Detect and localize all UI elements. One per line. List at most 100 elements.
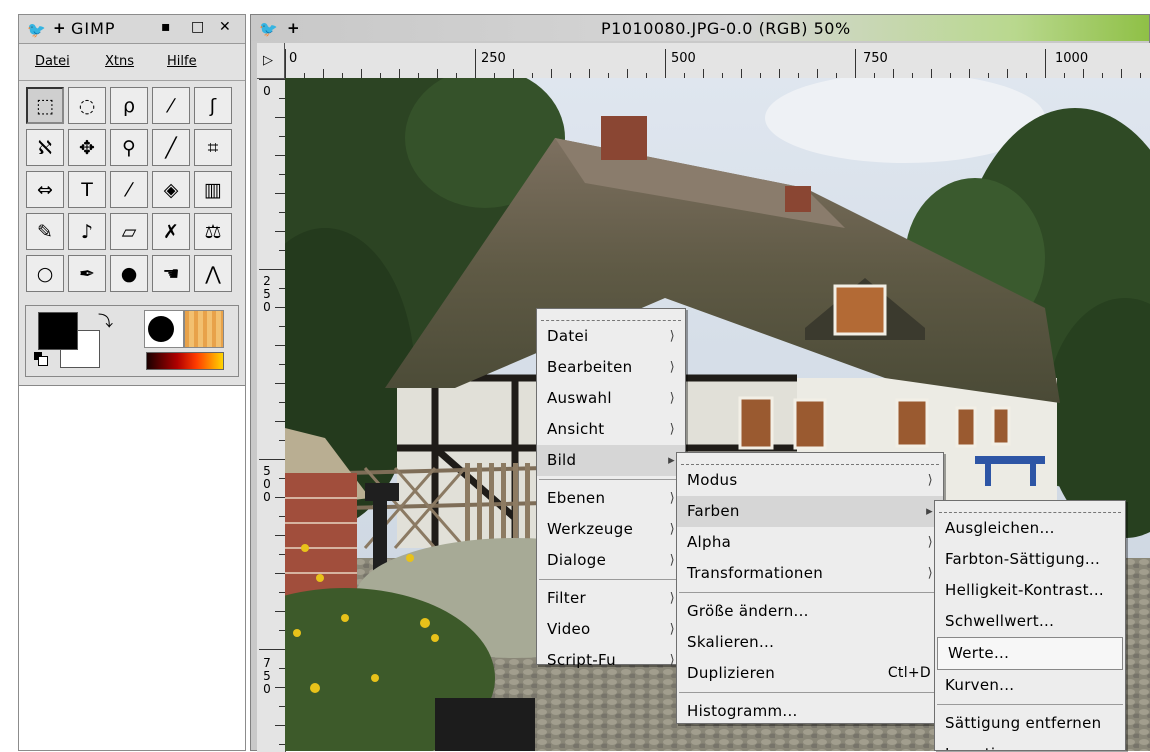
pencil-icon: ✎: [37, 220, 53, 243]
tearoff-line[interactable]: [541, 311, 681, 321]
clone-tool-button[interactable]: ⚖: [194, 213, 232, 250]
foreground-color-swatch[interactable]: [38, 312, 78, 350]
vruler-label: 500: [263, 464, 271, 504]
menu-item-label: Modus: [687, 471, 738, 489]
airbrush-tool-button[interactable]: ✗: [152, 213, 190, 250]
farben-menu-item-1[interactable]: Farbton-Sättigung...: [935, 544, 1125, 575]
measure-tool-button[interactable]: ╱: [152, 129, 190, 166]
menu-item-label: Farben: [687, 502, 740, 520]
flip-tool-button[interactable]: ⇔: [26, 171, 64, 208]
gimp-logo-icon: 🐦: [259, 20, 278, 38]
smudge-icon: ☚: [162, 262, 180, 285]
smudge-tool-button[interactable]: ☚: [152, 255, 190, 292]
measure-compass-tool-button[interactable]: ⋀: [194, 255, 232, 292]
farben-menu-item-6[interactable]: Sättigung entfernen: [935, 708, 1125, 739]
bild-menu-item-1[interactable]: Farben ▸: [677, 496, 943, 527]
main-menu-item-3[interactable]: Ansicht ⟩: [537, 414, 685, 445]
menu-item-label: Bild: [547, 451, 577, 469]
menu-separator: [679, 692, 941, 693]
ink-tool-button[interactable]: ✒: [68, 255, 106, 292]
move-icon: ✥: [79, 136, 95, 159]
bezier-path-tool-button[interactable]: ℵ: [26, 129, 64, 166]
bucket-fill-icon: ◈: [163, 178, 179, 201]
ruler-tick: [259, 269, 285, 270]
reset-colors-icon[interactable]: [34, 352, 48, 366]
menu-item-label: Script-Fu: [547, 651, 616, 669]
bild-menu-item-7[interactable]: Histogramm...: [677, 696, 943, 727]
color-picker-tool-button[interactable]: ⁄: [110, 171, 148, 208]
farben-menu-item-2[interactable]: Helligkeit-Kontrast...: [935, 575, 1125, 606]
ruler-tick: [275, 687, 285, 688]
submenu-arrow-icon: ⟩: [669, 422, 675, 437]
magic-wand-tool-button[interactable]: ⁄: [152, 87, 190, 124]
move-tool-button[interactable]: ✥: [68, 129, 106, 166]
vertical-ruler[interactable]: 0 250 500 750: [257, 79, 286, 752]
main-menu-item-7[interactable]: Dialoge ⟩: [537, 545, 685, 576]
farben-menu-item-3[interactable]: Schwellwert...: [935, 606, 1125, 637]
main-menu-item-4[interactable]: Bild ▸: [537, 445, 685, 476]
horizontal-ruler[interactable]: 0 250 500 750 1000: [285, 43, 1150, 80]
eraser-tool-button[interactable]: ▱: [110, 213, 148, 250]
vruler-label: 250: [263, 274, 271, 314]
farben-menu-item-4[interactable]: Werte...: [937, 637, 1123, 670]
bild-menu-item-4[interactable]: Größe ändern...: [677, 596, 943, 627]
main-menu-item-5[interactable]: Ebenen ⟩: [537, 483, 685, 514]
bild-menu-item-3[interactable]: Transformationen ⟩: [677, 558, 943, 589]
blur-tool-button[interactable]: ○: [26, 255, 64, 292]
pin-icon[interactable]: +: [287, 19, 300, 37]
gradient-preview[interactable]: [146, 352, 224, 370]
maximize-button[interactable]: □: [191, 19, 204, 35]
zoom-tool-button[interactable]: ⚲: [110, 129, 148, 166]
submenu-arrow-icon: ▸: [668, 453, 675, 468]
farben-menu-item-0[interactable]: Ausgleichen...: [935, 513, 1125, 544]
brush-preview[interactable]: [144, 310, 184, 348]
menu-datei[interactable]: Datei: [35, 54, 70, 69]
ruler-corner-menu-icon[interactable]: ▷: [257, 43, 285, 79]
farben-menu-item-7[interactable]: Invertieren: [935, 739, 1125, 750]
ruler-tick: [275, 725, 285, 726]
minimize-button[interactable]: ▪: [161, 19, 171, 35]
ellipse-select-tool-button[interactable]: ◌: [68, 87, 106, 124]
main-menu-item-8[interactable]: Filter ⟩: [537, 583, 685, 614]
swap-colors-icon[interactable]: ⤵: [98, 310, 113, 331]
tearoff-line[interactable]: [681, 455, 939, 465]
submenu-arrow-icon: ⟩: [927, 473, 933, 488]
dodge-burn-tool-button[interactable]: ●: [110, 255, 148, 292]
paintbrush-tool-button[interactable]: ♪: [68, 213, 106, 250]
bild-submenu: Modus ⟩ Farben ▸ Alpha ⟩ Transformationen ⟩ Größ…: [676, 452, 944, 724]
pin-icon[interactable]: +: [53, 19, 66, 37]
main-menu-item-0[interactable]: Datei ⟩: [537, 321, 685, 352]
menu-item-label: Helligkeit-Kontrast...: [945, 581, 1104, 599]
submenu-arrow-icon: ⟩: [669, 491, 675, 506]
tearoff-line[interactable]: [939, 503, 1121, 513]
menu-item-label: Histogramm...: [687, 702, 798, 720]
menu-xtns[interactable]: Xtns: [105, 54, 134, 69]
main-menu-item-1[interactable]: Bearbeiten ⟩: [537, 352, 685, 383]
bild-menu-item-2[interactable]: Alpha ⟩: [677, 527, 943, 558]
bild-menu-item-5[interactable]: Skalieren...: [677, 627, 943, 658]
blur-icon: ○: [36, 262, 54, 285]
lasso-tool-button[interactable]: ρ: [110, 87, 148, 124]
menu-hilfe[interactable]: Hilfe: [167, 54, 197, 69]
pencil-tool-button[interactable]: ✎: [26, 213, 64, 250]
rect-select-tool-button[interactable]: ⬚: [26, 87, 64, 124]
close-button[interactable]: ✕: [219, 19, 231, 35]
pattern-preview[interactable]: [184, 310, 224, 348]
toolbox-title: GIMP: [71, 19, 116, 38]
toolbox-titlebar[interactable]: 🐦 + GIMP ▪ □ ✕: [19, 15, 245, 44]
text-tool-button[interactable]: T: [68, 171, 106, 208]
bild-menu-item-6[interactable]: Duplizieren Ctl+D: [677, 658, 943, 689]
farben-menu-item-5[interactable]: Kurven...: [935, 670, 1125, 701]
scissors-select-tool-button[interactable]: ʃ: [194, 87, 232, 124]
main-menu-item-10[interactable]: Script-Fu ⟩: [537, 645, 685, 676]
bucket-fill-tool-button[interactable]: ◈: [152, 171, 190, 208]
main-menu-item-6[interactable]: Werkzeuge ⟩: [537, 514, 685, 545]
crop-tool-button[interactable]: ⌗: [194, 129, 232, 166]
bild-menu-item-0[interactable]: Modus ⟩: [677, 465, 943, 496]
main-menu-item-2[interactable]: Auswahl ⟩: [537, 383, 685, 414]
image-window-titlebar[interactable]: 🐦 + P1010080.JPG-0.0 (RGB) 50%: [251, 15, 1149, 41]
main-menu-item-9[interactable]: Video ⟩: [537, 614, 685, 645]
blend-tool-button[interactable]: ▥: [194, 171, 232, 208]
eraser-icon: ▱: [121, 220, 137, 243]
ruler-tick: [275, 345, 285, 346]
